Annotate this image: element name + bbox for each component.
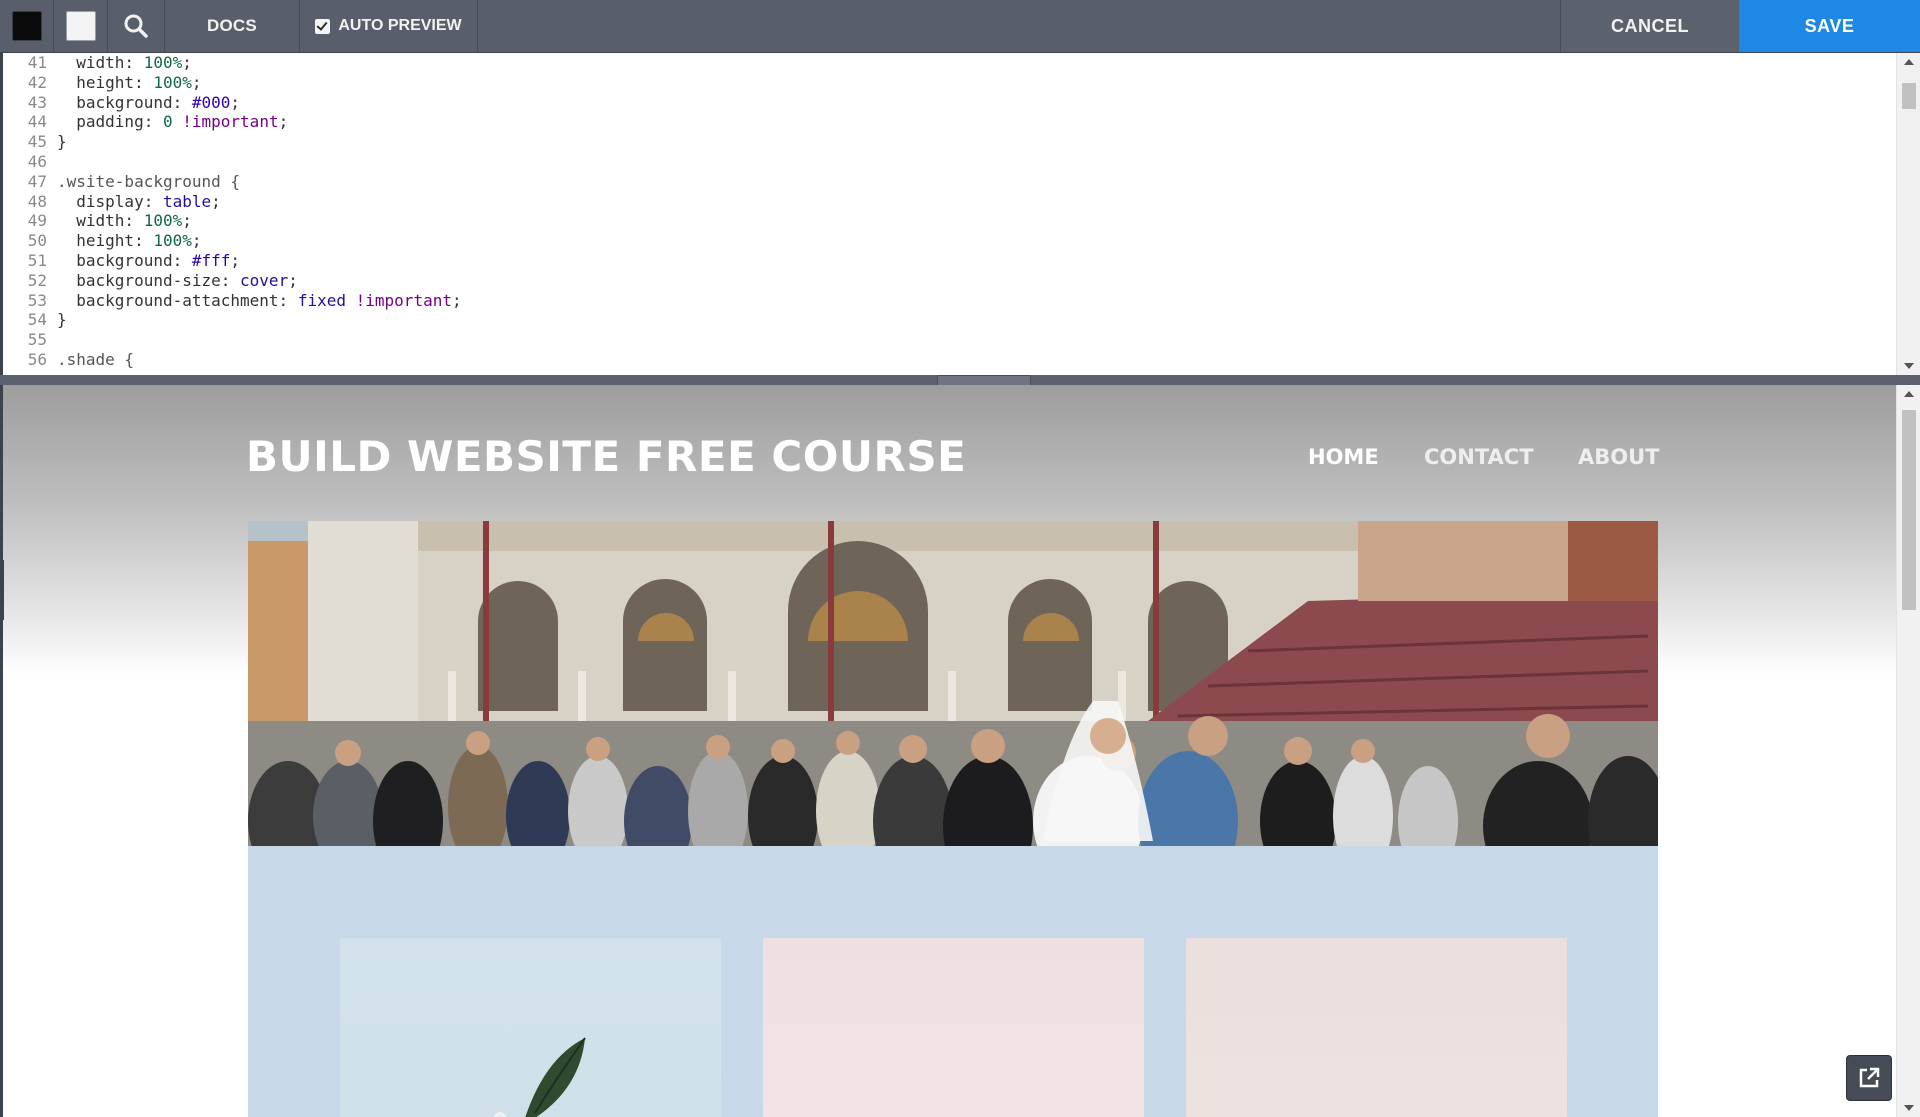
editor-scroll-thumb[interactable] <box>1902 83 1916 109</box>
open-preview-new-window-button[interactable] <box>1846 1055 1892 1101</box>
auto-preview-checkbox[interactable] <box>315 18 331 34</box>
css-code-editor[interactable]: 41 width: 100%; 42 height: 100%; 43 backgr… <box>0 53 1920 375</box>
code-line[interactable]: 49 width: 100%; <box>3 211 1899 231</box>
code-line[interactable]: 55 <box>3 330 1899 350</box>
code-line[interactable]: 47 .wsite-background { <box>3 172 1899 192</box>
left-edge-tab[interactable] <box>0 560 4 620</box>
black-swatch-icon <box>11 11 42 41</box>
line-source: width: 100%; <box>57 211 192 231</box>
hero-banner-image <box>248 521 1658 846</box>
line-number: 53 <box>27 290 47 310</box>
content-card-2[interactable] <box>763 938 1144 1117</box>
nav-contact-link[interactable]: CONTACT <box>1424 445 1534 469</box>
line-source: width: 100%; <box>57 53 192 72</box>
code-line[interactable]: 52 background-size: cover; <box>3 271 1899 291</box>
auto-preview-toggle[interactable]: AUTO PREVIEW <box>300 0 478 52</box>
line-number: 45 <box>27 132 47 152</box>
line-number: 42 <box>27 72 47 92</box>
code-line[interactable]: 56 .shade { <box>3 350 1899 370</box>
code-line[interactable]: 51 background: #fff; <box>3 251 1899 271</box>
site-title[interactable]: BUILD WEBSITE FREE COURSE <box>246 432 966 481</box>
code-lines[interactable]: 41 width: 100%; 42 height: 100%; 43 backgr… <box>3 53 1899 370</box>
preview-scroll-down-arrow-icon[interactable] <box>1904 1105 1914 1111</box>
line-number: 43 <box>27 92 47 112</box>
content-section <box>248 846 1658 1117</box>
line-number: 52 <box>27 270 47 290</box>
line-source: display: table; <box>57 191 221 211</box>
line-source: padding: 0 !important; <box>57 112 289 132</box>
line-source: .shade { <box>57 349 135 369</box>
line-number: 51 <box>27 250 47 270</box>
code-line[interactable]: 48 display: table; <box>3 192 1899 212</box>
line-source: background: #fff; <box>57 250 241 270</box>
line-source: background-size: cover; <box>57 270 298 290</box>
code-line[interactable]: 44 padding: 0 !important; <box>3 112 1899 132</box>
line-number: 54 <box>27 310 47 330</box>
line-source: height: 100%; <box>57 231 202 251</box>
line-number: 49 <box>27 211 47 231</box>
line-number: 46 <box>27 151 47 171</box>
line-number: 56 <box>27 349 47 369</box>
code-line[interactable]: 43 background: #000; <box>3 93 1899 113</box>
preview-scroll-thumb[interactable] <box>1902 410 1916 610</box>
line-source: height: 100%; <box>57 72 202 92</box>
line-source: } <box>57 132 67 152</box>
line-number: 50 <box>27 231 47 251</box>
editor-toolbar: DOCS AUTO PREVIEW CANCEL SAVE <box>0 0 1920 53</box>
code-line[interactable]: 50 height: 100%; <box>3 231 1899 251</box>
search-button[interactable] <box>108 0 165 52</box>
code-line[interactable]: 46 <box>3 152 1899 172</box>
nav-home-link[interactable]: HOME <box>1308 445 1379 469</box>
line-source: background: #000; <box>57 92 241 112</box>
line-number: 44 <box>27 112 47 132</box>
content-card-3[interactable] <box>1186 938 1567 1117</box>
save-button[interactable]: SAVE <box>1739 0 1920 52</box>
docs-label: DOCS <box>207 16 257 35</box>
leaf-plant-icon <box>494 1037 586 1117</box>
line-number: 48 <box>27 191 47 211</box>
search-icon <box>124 14 148 38</box>
preview-scrollbar[interactable] <box>1896 385 1920 1117</box>
scroll-down-arrow-icon[interactable] <box>1904 363 1914 369</box>
external-link-icon <box>1859 1067 1880 1088</box>
line-number: 47 <box>27 171 47 191</box>
toolbar-spacer <box>478 0 1561 52</box>
line-source: } <box>57 310 67 330</box>
line-number: 55 <box>27 330 47 350</box>
preview-scroll-up-arrow-icon[interactable] <box>1904 391 1914 397</box>
cancel-button[interactable]: CANCEL <box>1561 0 1739 52</box>
line-source: .wsite-background { <box>57 171 241 191</box>
line-number: 41 <box>27 53 47 72</box>
nav-about-link[interactable]: ABOUT <box>1578 445 1660 469</box>
content-card-1[interactable] <box>340 938 721 1117</box>
code-line[interactable]: 54} <box>3 310 1899 330</box>
swatch-white-button[interactable] <box>54 0 108 52</box>
docs-button[interactable]: DOCS <box>165 0 300 52</box>
swatch-black-button[interactable] <box>0 0 54 52</box>
code-line[interactable]: 53 background-attachment: fixed !importa… <box>3 291 1899 311</box>
line-source: background-attachment: fixed !important; <box>57 290 462 310</box>
auto-preview-label: AUTO PREVIEW <box>338 17 462 34</box>
code-line[interactable]: 45} <box>3 132 1899 152</box>
scroll-up-arrow-icon[interactable] <box>1904 59 1914 65</box>
pane-splitter[interactable] <box>0 375 1920 387</box>
piazza-crowd-photo <box>248 521 1658 846</box>
code-line[interactable]: 41 width: 100%; <box>3 53 1899 73</box>
code-line[interactable]: 42 height: 100%; <box>3 73 1899 93</box>
editor-scrollbar[interactable] <box>1896 53 1920 375</box>
white-swatch-icon <box>65 11 96 41</box>
site-preview: BUILD WEBSITE FREE COURSE HOME CONTACT A… <box>0 385 1920 1117</box>
